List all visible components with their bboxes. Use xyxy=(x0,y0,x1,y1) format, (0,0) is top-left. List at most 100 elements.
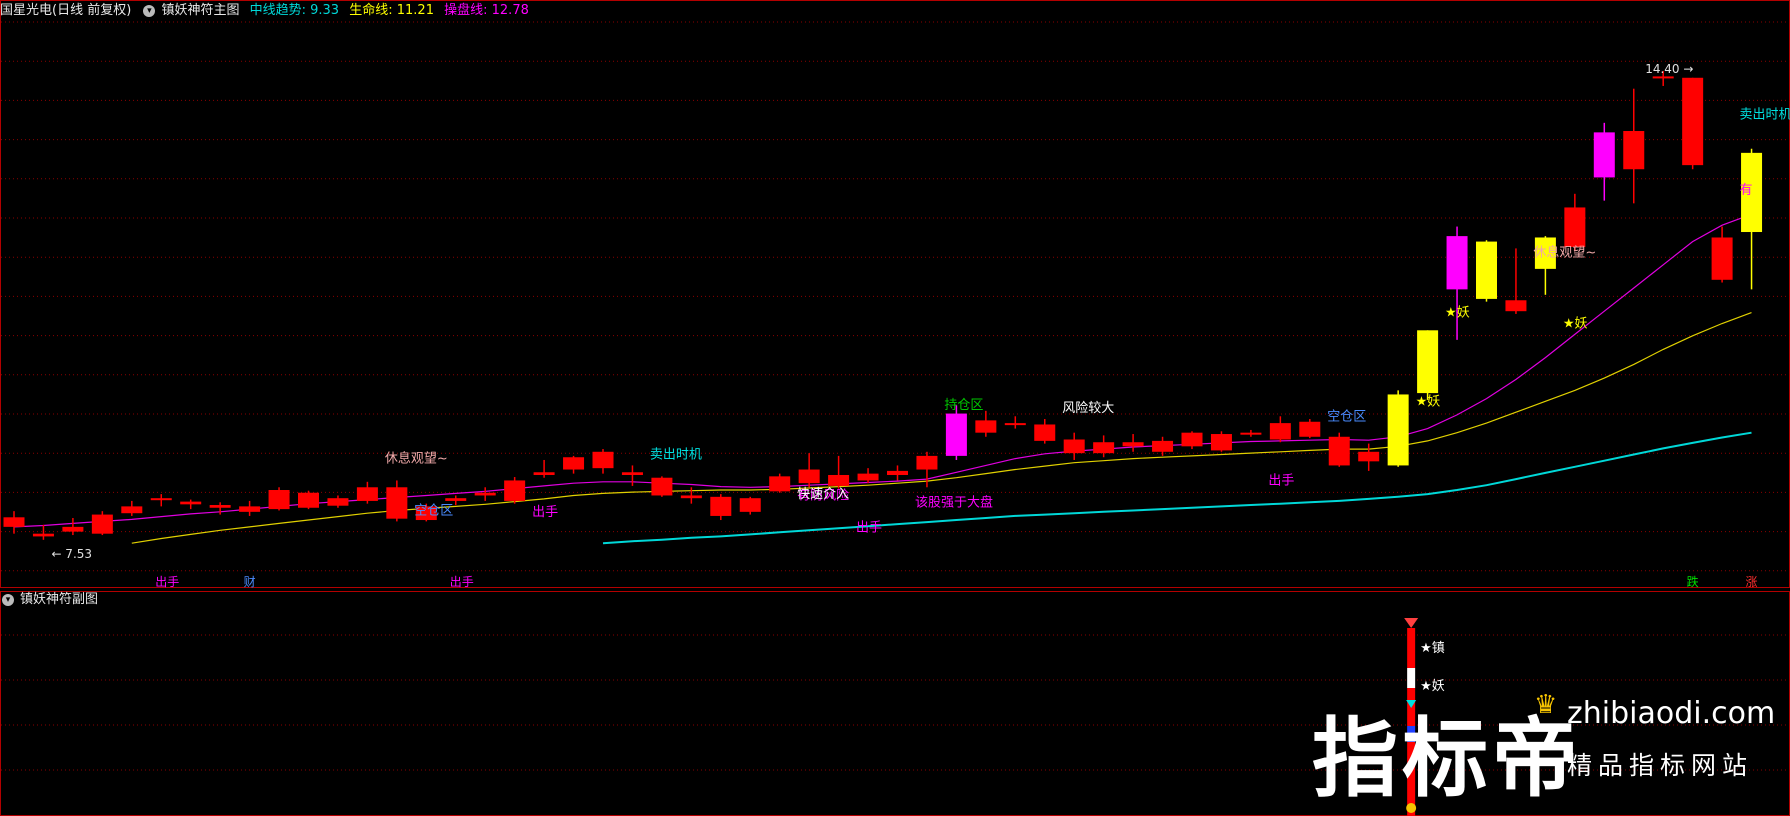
candle-body xyxy=(916,455,938,470)
candle-body xyxy=(563,457,585,470)
candle-body xyxy=(62,526,84,532)
candle-body xyxy=(769,476,791,492)
chart-annotation: 出手 xyxy=(532,505,558,520)
sub-signal-label: ★妖 xyxy=(1420,679,1445,694)
chart-annotation: 空仓区 xyxy=(1327,409,1366,424)
chart-annotation: 休息观望~ xyxy=(1533,245,1596,261)
candle-body xyxy=(1299,421,1321,437)
candle-body xyxy=(32,533,54,537)
bottom-signal-label: 出手 xyxy=(450,575,474,589)
candle-body xyxy=(268,490,290,510)
collapse-icon[interactable]: ▾ xyxy=(143,4,156,17)
sub-signal-bar xyxy=(1407,668,1416,688)
candle-body xyxy=(121,506,143,514)
candle-body xyxy=(680,495,702,499)
candle-body xyxy=(621,472,643,475)
sub-header: ▾ 镇妖神符副图 xyxy=(0,590,104,610)
candle-body xyxy=(91,514,113,534)
candle-body xyxy=(298,492,319,508)
candle-body xyxy=(1181,432,1203,447)
chart-annotation: ★妖 xyxy=(1416,394,1441,409)
candle-body xyxy=(356,487,378,501)
chart-annotation: ★妖 xyxy=(1445,306,1470,321)
ctrl-line-legend: 操盘线: 12.78 xyxy=(444,3,529,18)
candle-body xyxy=(857,473,879,481)
candle-body xyxy=(180,501,202,505)
chart-annotation: 卖出时机 xyxy=(1740,108,1790,123)
sub-signal-bar xyxy=(1407,726,1416,742)
candle-body xyxy=(739,498,761,512)
chart-annotation: 出手 xyxy=(1268,474,1294,489)
diamond-icon xyxy=(1404,618,1419,628)
candle-body xyxy=(1093,442,1115,454)
sub-signal-label: ★镇 xyxy=(1420,641,1445,656)
sub-panel-border xyxy=(0,591,1790,816)
min-price-label: ← 7.53 xyxy=(51,547,92,561)
indicator-name: 镇妖神符主图 xyxy=(161,3,240,18)
candle-body xyxy=(1682,77,1704,166)
candle-body xyxy=(1328,436,1350,466)
candle-body xyxy=(887,470,908,475)
candle-body xyxy=(533,472,555,475)
max-price-label: 14.40 → xyxy=(1645,62,1693,76)
candle-body xyxy=(828,474,850,486)
sub-collapse-icon[interactable]: ▾ xyxy=(2,593,14,606)
period-label: (日线 前复权) xyxy=(52,3,132,18)
bottom-signal-label: 出手 xyxy=(155,575,179,589)
money-bag-icon xyxy=(1406,803,1417,813)
candle-body xyxy=(1387,394,1409,466)
chart-annotation: 持仓区 xyxy=(944,398,983,413)
candle-body xyxy=(1564,207,1586,248)
bottom-signal-label: 跌 xyxy=(1687,574,1699,589)
candle-body xyxy=(1122,442,1144,447)
candle-body xyxy=(592,451,614,469)
candle-body xyxy=(1240,432,1262,435)
candle-body xyxy=(975,420,997,433)
sub-signal-bar xyxy=(1407,628,1416,668)
candle-body xyxy=(1711,237,1733,280)
chart-annotation: 该股强于大盘 xyxy=(915,494,993,510)
candle-body xyxy=(3,517,25,527)
candle-body xyxy=(1269,423,1291,440)
chart-annotation: 空仓区 xyxy=(414,504,453,519)
candle-body xyxy=(945,413,967,456)
candle-body xyxy=(1358,451,1380,462)
candle-body xyxy=(1652,76,1674,79)
candle-body xyxy=(1004,423,1026,426)
candle-body xyxy=(798,469,820,484)
candle-body xyxy=(1446,236,1468,290)
candle-body xyxy=(239,506,261,512)
candle-body xyxy=(445,498,467,501)
stock-name: 国星光电 xyxy=(0,3,53,18)
candle-body xyxy=(1593,132,1615,178)
chart-annotation: ★妖 xyxy=(1563,317,1588,332)
candle-body xyxy=(1034,424,1056,441)
main-chart[interactable]: ← 7.5314.40 →休息观望~空仓区 出手卖出时机有防风险快速介入该股强于大… xyxy=(0,0,1790,816)
bottom-signal-label: 财 xyxy=(244,575,256,589)
candle-body xyxy=(1152,440,1174,452)
chart-annotation: 出手 xyxy=(856,521,882,536)
mid-trend-legend: 中线趋势: 9.33 xyxy=(249,3,340,18)
candle-body xyxy=(1417,330,1439,394)
candle-body xyxy=(1476,241,1497,299)
candle-body xyxy=(327,498,349,506)
candle-body xyxy=(1210,434,1232,451)
candle-body xyxy=(1505,300,1527,312)
chart-annotation: 休息观望~ xyxy=(385,451,448,467)
candle-body xyxy=(504,480,526,501)
candle-body xyxy=(651,477,673,496)
chart-stage: ← 7.53 14.40 → 休息观望~ 空仓区 出手 卖出时机 有防风险 快速介入 该股强于大… xyxy=(0,0,1790,816)
chart-annotation: 有 xyxy=(1740,183,1753,198)
sub-indicator-name: 镇妖神符副图 xyxy=(20,592,99,607)
chart-annotation: 风险较大 xyxy=(1062,401,1114,416)
candle-body xyxy=(150,498,172,501)
chart-annotation: 卖出时机 xyxy=(650,448,702,463)
life-line-legend: 生命线: 11.21 xyxy=(349,3,434,18)
bottom-signal-label: 涨 xyxy=(1746,574,1758,589)
candle-body xyxy=(209,505,231,508)
candle-body xyxy=(710,496,732,516)
candle-body xyxy=(1063,439,1085,454)
candle-body xyxy=(474,492,496,496)
main-header: 国星光电(日线 前复权) ▾ 镇妖神符主图 中线趋势: 9.33 生命线: 11.… xyxy=(0,1,535,21)
candle-body xyxy=(1623,131,1645,170)
